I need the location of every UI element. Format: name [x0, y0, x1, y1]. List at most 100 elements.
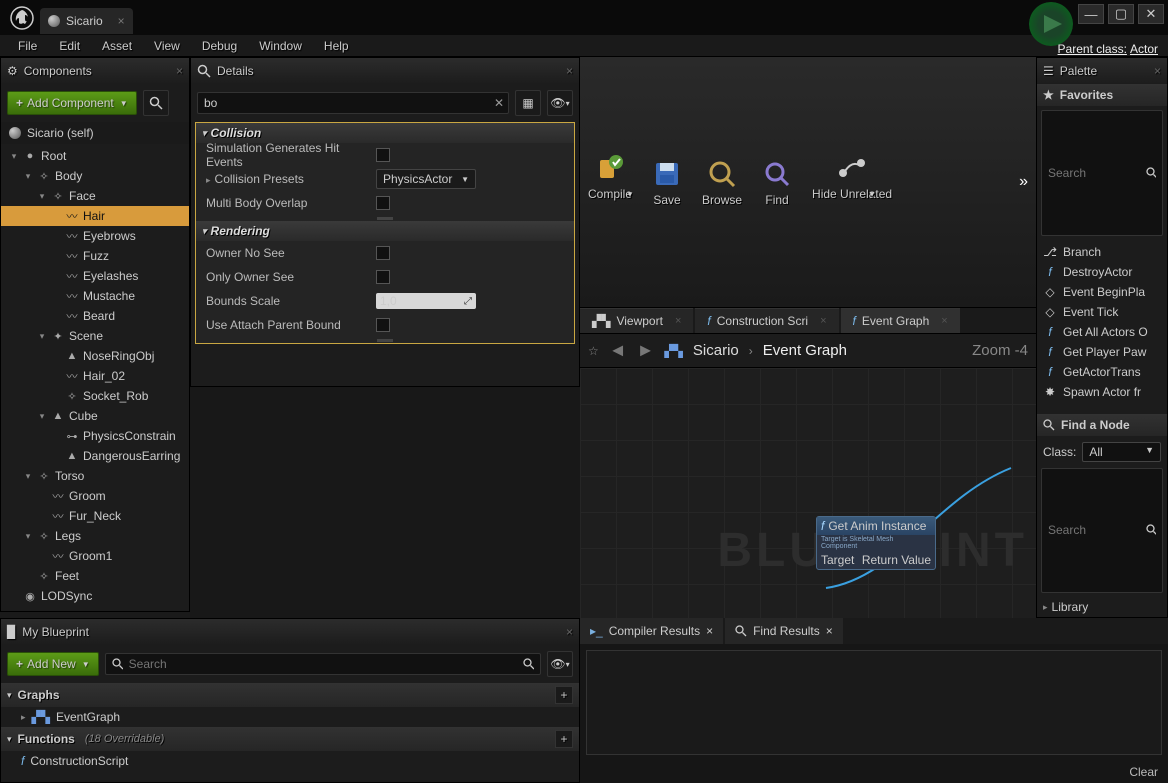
breadcrumb-leaf[interactable]: Event Graph: [763, 342, 847, 359]
palette-item-getactortrans[interactable]: fGetActorTrans: [1037, 362, 1167, 382]
search-components-button[interactable]: [143, 90, 169, 116]
document-tab[interactable]: Sicario ×: [40, 8, 133, 34]
menu-help[interactable]: Help: [314, 37, 359, 55]
chevron-down-icon[interactable]: ▾: [628, 189, 633, 200]
advanced-expand-icon[interactable]: [196, 337, 574, 343]
combo-box[interactable]: PhysicsActor▼: [376, 169, 476, 189]
compile-button[interactable]: Compile▾: [588, 151, 632, 214]
palette-item-event-beginpla[interactable]: ◇Event BeginPla: [1037, 282, 1167, 302]
component-legs[interactable]: ▾✧Legs: [1, 526, 189, 546]
palette-item-get-all-actors-o[interactable]: fGet All Actors O: [1037, 322, 1167, 342]
find-results-tab[interactable]: Find Results ×: [725, 618, 843, 644]
close-icon[interactable]: ×: [118, 14, 125, 28]
category-collision[interactable]: ▾Collision: [196, 123, 574, 143]
component-fur_neck[interactable]: 〰Fur_Neck: [1, 506, 189, 526]
category-rendering[interactable]: ▾Rendering: [196, 221, 574, 241]
favorites-section-header[interactable]: ★ Favorites: [1037, 84, 1167, 106]
expand-arrow-icon[interactable]: ▾: [9, 151, 19, 162]
tab-event-graph[interactable]: fEvent Graph×: [841, 308, 960, 333]
component-physicsconstrain[interactable]: ⊶PhysicsConstrain: [1, 426, 189, 446]
component-lodsync[interactable]: ◉LODSync: [1, 586, 189, 606]
parent-class-link[interactable]: Actor: [1130, 42, 1158, 56]
compile-status-orb-icon[interactable]: [1029, 2, 1073, 46]
view-options-button[interactable]: 👁▾: [547, 651, 573, 677]
tab-construction-scri[interactable]: fConstruction Scri×: [695, 308, 838, 333]
component-groom1[interactable]: 〰Groom1: [1, 546, 189, 566]
graph-node-get-anim-instance[interactable]: fGet Anim Instance Target is Skeletal Me…: [816, 516, 936, 570]
node-search-input[interactable]: [1041, 468, 1163, 594]
eventgraph-item[interactable]: ▸ ▞▚ EventGraph: [1, 707, 579, 727]
event-graph-canvas[interactable]: BLUEPRINT fGet Anim Instance Target is S…: [580, 368, 1036, 618]
expand-arrow-icon[interactable]: ▾: [23, 531, 33, 542]
checkbox[interactable]: [376, 148, 390, 162]
browse-button[interactable]: Browse: [702, 157, 742, 207]
palette-item-spawn-actor-fr[interactable]: ✸Spawn Actor fr: [1037, 382, 1167, 402]
add-function-button[interactable]: +: [555, 730, 573, 748]
component-fuzz[interactable]: 〰Fuzz: [1, 246, 189, 266]
expand-arrow-icon[interactable]: ▾: [37, 411, 47, 422]
find-button[interactable]: Find: [760, 157, 794, 207]
component-torso[interactable]: ▾✧Torso: [1, 466, 189, 486]
close-button[interactable]: ✕: [1138, 4, 1164, 24]
add-graph-button[interactable]: +: [555, 686, 573, 704]
close-icon[interactable]: ×: [820, 315, 826, 327]
hide-unrelated-button[interactable]: Hide Unrelated▾: [812, 151, 892, 214]
component-eyebrows[interactable]: 〰Eyebrows: [1, 226, 189, 246]
number-input[interactable]: 1,0⤢: [376, 293, 476, 309]
construction-script-item[interactable]: f ConstructionScript: [1, 751, 579, 771]
clear-icon[interactable]: ✕: [494, 96, 504, 110]
menu-file[interactable]: File: [8, 37, 47, 55]
checkbox[interactable]: [376, 318, 390, 332]
palette-item-event-tick[interactable]: ◇Event Tick: [1037, 302, 1167, 322]
close-icon[interactable]: ×: [566, 64, 573, 78]
component-beard[interactable]: 〰Beard: [1, 306, 189, 326]
self-component-row[interactable]: Sicario (self): [1, 122, 189, 144]
palette-item-branch[interactable]: ⎇Branch: [1037, 242, 1167, 262]
nav-back-button[interactable]: ◄: [609, 340, 627, 361]
checkbox[interactable]: [376, 196, 390, 210]
palette-item-destroyactor[interactable]: fDestroyActor: [1037, 262, 1167, 282]
component-hair[interactable]: 〰Hair: [1, 206, 189, 226]
add-new-button[interactable]: + Add New ▼: [7, 652, 99, 676]
component-eyelashes[interactable]: 〰Eyelashes: [1, 266, 189, 286]
tab-viewport[interactable]: ▞▚Viewport×: [580, 308, 693, 333]
close-icon[interactable]: ×: [941, 315, 947, 327]
expand-arrow-icon[interactable]: ▾: [37, 331, 47, 342]
expand-arrow-icon[interactable]: ▾: [23, 471, 33, 482]
menu-edit[interactable]: Edit: [49, 37, 90, 55]
my-blueprint-search-input[interactable]: [105, 653, 541, 675]
grid-icon[interactable]: ▞▚: [664, 344, 682, 358]
checkbox[interactable]: [376, 246, 390, 260]
palette-search-input[interactable]: [1041, 110, 1163, 236]
nav-forward-button[interactable]: ►: [637, 340, 655, 361]
chevron-down-icon[interactable]: ▾: [870, 189, 875, 200]
menu-asset[interactable]: Asset: [92, 37, 142, 55]
close-icon[interactable]: ×: [706, 624, 713, 638]
view-options-button[interactable]: 👁▾: [547, 90, 573, 116]
add-component-button[interactable]: + Add Component ▼: [7, 91, 137, 115]
component-groom[interactable]: 〰Groom: [1, 486, 189, 506]
close-icon[interactable]: ×: [566, 625, 573, 639]
close-icon[interactable]: ×: [1154, 64, 1161, 78]
component-socket_rob[interactable]: ✧Socket_Rob: [1, 386, 189, 406]
clear-button[interactable]: Clear: [580, 761, 1168, 783]
component-hair_02[interactable]: 〰Hair_02: [1, 366, 189, 386]
checkbox[interactable]: [376, 270, 390, 284]
find-node-section-header[interactable]: Find a Node: [1037, 414, 1167, 436]
expand-arrow-icon[interactable]: ▾: [23, 171, 33, 182]
maximize-button[interactable]: ▢: [1108, 4, 1134, 24]
menu-debug[interactable]: Debug: [192, 37, 247, 55]
palette-item-get-player-paw[interactable]: fGet Player Paw: [1037, 342, 1167, 362]
component-noseringobj[interactable]: ▲NoseRingObj: [1, 346, 189, 366]
graphs-category[interactable]: ▾ Graphs +: [1, 683, 579, 707]
breadcrumb-root[interactable]: Sicario: [693, 342, 739, 359]
minimize-button[interactable]: —: [1078, 4, 1104, 24]
component-feet[interactable]: ✧Feet: [1, 566, 189, 586]
close-icon[interactable]: ×: [826, 624, 833, 638]
component-root[interactable]: ▾●Root: [1, 146, 189, 166]
component-cube[interactable]: ▾▲Cube: [1, 406, 189, 426]
functions-category[interactable]: ▾ Functions (18 Overridable) +: [1, 727, 579, 751]
library-tree-item[interactable]: ▸ Library: [1037, 597, 1167, 617]
menu-window[interactable]: Window: [249, 37, 312, 55]
component-scene[interactable]: ▾✦Scene: [1, 326, 189, 346]
